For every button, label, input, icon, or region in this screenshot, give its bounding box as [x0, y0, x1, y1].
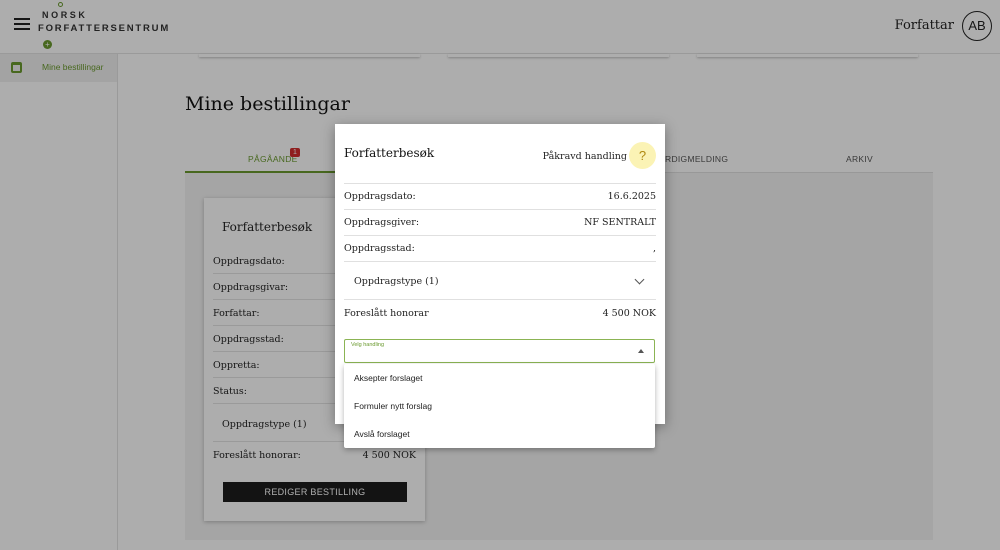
row-label: Oppdragsstad:: [344, 243, 415, 254]
order-type-expander[interactable]: Oppdragstype (1): [354, 276, 439, 287]
question-icon: ?: [629, 142, 656, 169]
status-label: Påkravd handling: [542, 151, 627, 162]
row-value: 16.6.2025: [607, 191, 656, 202]
dialog-row: Oppdragsstad: ,: [344, 243, 656, 254]
fee-label: Foreslått honorar: [344, 308, 429, 319]
divider: [344, 299, 656, 300]
dialog-title: Forfatterbesøk: [344, 146, 435, 160]
row-value: NF SENTRALT: [584, 217, 656, 228]
row-label: Oppdragsdato:: [344, 191, 416, 202]
option-new-proposal[interactable]: Formuler nytt forslag: [344, 392, 655, 420]
dialog-row: Oppdragsdato: 16.6.2025: [344, 191, 656, 202]
divider: [344, 235, 656, 236]
action-dropdown-menu: Aksepter forslaget Formuler nytt forslag…: [344, 364, 655, 448]
row-label: Oppdragsgiver:: [344, 217, 420, 228]
fee-row: Foreslått honorar 4 500 NOK: [344, 308, 656, 319]
divider: [344, 183, 656, 184]
divider: [344, 209, 656, 210]
select-label: Velg handling: [351, 342, 385, 348]
row-value: ,: [652, 243, 656, 254]
arrow-up-icon: [638, 349, 644, 353]
fee-value: 4 500 NOK: [602, 308, 656, 319]
chevron-down-icon[interactable]: [634, 274, 645, 285]
option-accept-proposal[interactable]: Aksepter forslaget: [344, 364, 655, 392]
dialog-row: Oppdragsgiver: NF SENTRALT: [344, 217, 656, 228]
option-decline-proposal[interactable]: Avslå forslaget: [344, 420, 655, 448]
action-select[interactable]: Velg handling: [344, 339, 655, 363]
divider: [344, 261, 656, 262]
